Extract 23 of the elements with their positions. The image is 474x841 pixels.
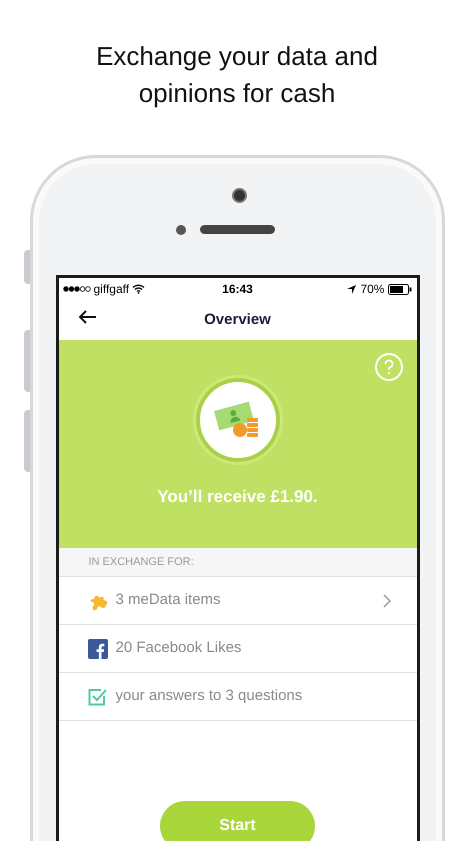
screen-title: Overview xyxy=(204,310,271,330)
section-header: IN EXCHANGE FOR: xyxy=(58,548,416,577)
item-label: 20 Facebook Likes xyxy=(116,638,242,658)
back-button[interactable] xyxy=(78,310,96,324)
carrier-name: giffgaff xyxy=(94,281,130,298)
camera-icon xyxy=(232,188,247,203)
item-label: 3 meData items xyxy=(116,590,222,610)
checkbox-icon xyxy=(88,686,108,706)
battery-icon xyxy=(388,284,412,294)
signal-icon xyxy=(62,286,90,292)
status-time: 16:43 xyxy=(222,281,253,298)
exchange-item[interactable]: 3 meData items xyxy=(58,577,416,625)
item-label: your answers to 3 questions xyxy=(116,686,304,706)
location-arrow-icon xyxy=(347,284,356,294)
chevron-right-icon xyxy=(382,594,390,608)
headline: Exchange your data and opinions for cash xyxy=(95,40,379,110)
wifi-icon xyxy=(132,284,146,294)
battery-percent: 70% xyxy=(360,281,384,298)
speaker-icon xyxy=(200,225,275,234)
sensor-icon xyxy=(176,225,186,235)
facebook-icon xyxy=(88,638,108,658)
back-arrow-icon xyxy=(78,310,96,324)
reward-text: You’ll receive £1.90. xyxy=(157,486,318,508)
